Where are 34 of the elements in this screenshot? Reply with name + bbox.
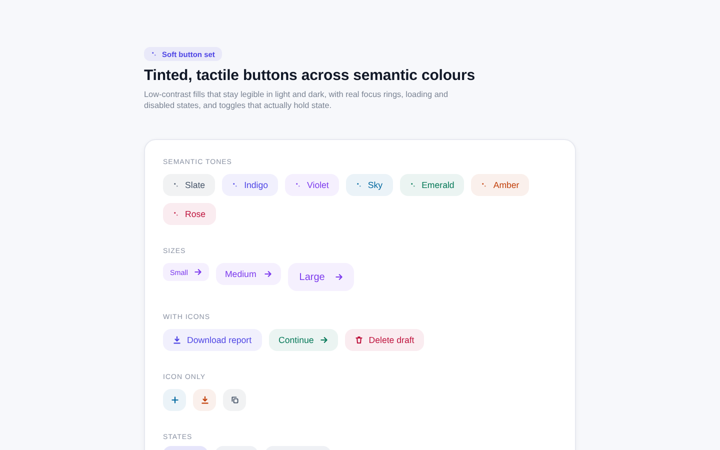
sparkle-icon xyxy=(151,51,157,57)
tinted-button[interactable]: Indigo xyxy=(222,174,278,196)
icon-button[interactable] xyxy=(193,389,216,411)
trash-icon xyxy=(354,336,363,344)
tinted-button[interactable]: Violet xyxy=(285,174,339,196)
sparkle-icon xyxy=(481,182,488,188)
tinted-button[interactable]: Rose xyxy=(163,203,216,225)
sparkle-icon xyxy=(410,182,416,188)
arrow-icon xyxy=(264,270,272,278)
arrow-icon xyxy=(334,273,343,281)
sparkle-icon xyxy=(173,211,179,217)
tinted-button[interactable]: Sky xyxy=(346,174,393,196)
tinted-button[interactable]: Amber xyxy=(471,174,530,196)
tinted-button[interactable]: Continue xyxy=(268,329,338,351)
tinted-button[interactable]: Medium xyxy=(216,263,282,285)
page-subtitle: Low-contrast fills that stay legible in light and dark, with real focus rings, loading and disabled states, and toggles that actually hold state. xyxy=(144,89,450,111)
download-icon xyxy=(173,336,181,344)
sparkle-icon xyxy=(295,182,302,188)
tinted-button[interactable]: Emerald xyxy=(400,174,464,196)
icon-button[interactable] xyxy=(163,389,186,411)
arrow-icon xyxy=(320,336,328,344)
sparkle-icon xyxy=(356,182,362,188)
tinted-button[interactable]: Delete draft xyxy=(344,329,424,351)
tinted-button[interactable]: Large xyxy=(288,263,354,291)
page-title: Tinted, tactile buttons across semantic colours xyxy=(144,67,476,85)
download-icon xyxy=(200,396,208,404)
tinted-button[interactable]: Slate xyxy=(163,174,216,196)
sparkle-icon xyxy=(232,182,238,188)
sparkle-icon xyxy=(173,182,179,188)
icon-button[interactable] xyxy=(223,389,246,411)
copy-icon xyxy=(230,396,238,404)
tinted-button[interactable]: Download report xyxy=(163,329,262,351)
arrow-icon xyxy=(194,268,202,276)
plus-icon xyxy=(170,396,178,404)
